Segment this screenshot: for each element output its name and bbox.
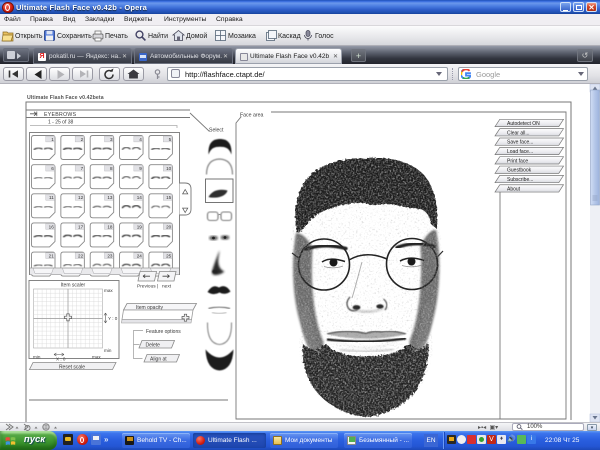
- svg-text:11: 11: [49, 195, 54, 200]
- svg-text:Load face...: Load face...: [507, 149, 533, 155]
- svg-text:Item scaler: Item scaler: [61, 283, 86, 289]
- svg-text:8: 8: [110, 166, 113, 171]
- svg-text:X : 0: X : 0: [56, 357, 66, 362]
- svg-text:|: |: [157, 284, 158, 290]
- svg-text:max: max: [104, 288, 113, 293]
- svg-text:12: 12: [78, 195, 84, 200]
- svg-text:7: 7: [81, 166, 84, 171]
- svg-text:max: max: [92, 355, 101, 360]
- svg-text:Y : 0: Y : 0: [108, 316, 118, 321]
- svg-text:10: 10: [166, 166, 172, 171]
- svg-text:6: 6: [51, 166, 54, 171]
- svg-text:19: 19: [137, 224, 143, 229]
- svg-text:4: 4: [139, 137, 142, 142]
- svg-text:Clear all...: Clear all...: [507, 130, 530, 136]
- svg-text:1: 1: [51, 137, 54, 142]
- svg-text:Save face...: Save face...: [507, 140, 533, 146]
- svg-text:Reset scale: Reset scale: [59, 364, 85, 370]
- svg-text:Face area: Face area: [240, 113, 263, 119]
- svg-text:17: 17: [78, 224, 84, 229]
- svg-text:24: 24: [137, 254, 143, 259]
- svg-text:Feature options: Feature options: [146, 329, 181, 335]
- svg-text:Ultimate Flash Face v0.42beta: Ultimate Flash Face v0.42beta: [27, 95, 104, 101]
- svg-text:18: 18: [107, 224, 113, 229]
- svg-text:Autodetect ON: Autodetect ON: [507, 121, 540, 127]
- svg-text:16: 16: [49, 224, 55, 229]
- svg-text:Print face: Print face: [507, 158, 528, 164]
- svg-text:EYEBROWS: EYEBROWS: [44, 112, 77, 118]
- svg-text:25: 25: [166, 254, 172, 259]
- svg-text:13: 13: [107, 195, 113, 200]
- svg-text:1 - 25 of 38: 1 - 25 of 38: [48, 120, 74, 126]
- svg-text:Select: Select: [209, 128, 224, 134]
- svg-text:5: 5: [169, 137, 172, 142]
- svg-text:23: 23: [107, 254, 113, 259]
- svg-text:About: About: [507, 186, 521, 192]
- svg-text:Previous: Previous: [137, 284, 156, 290]
- svg-text:Subscribe...: Subscribe...: [507, 177, 533, 183]
- svg-text:14: 14: [137, 195, 143, 200]
- svg-text:22: 22: [78, 254, 84, 259]
- svg-text:Delete: Delete: [146, 342, 161, 348]
- svg-text:min: min: [33, 355, 41, 360]
- svg-text:2: 2: [81, 137, 84, 142]
- svg-text:Guestbook: Guestbook: [507, 168, 532, 174]
- svg-text:Align at: Align at: [150, 356, 167, 362]
- svg-text:21: 21: [49, 254, 55, 259]
- svg-text:3: 3: [110, 137, 113, 142]
- svg-text:min: min: [104, 348, 112, 353]
- svg-text:9: 9: [139, 166, 142, 171]
- svg-text:20: 20: [166, 224, 172, 229]
- svg-text:next: next: [162, 284, 172, 290]
- svg-text:15: 15: [166, 195, 172, 200]
